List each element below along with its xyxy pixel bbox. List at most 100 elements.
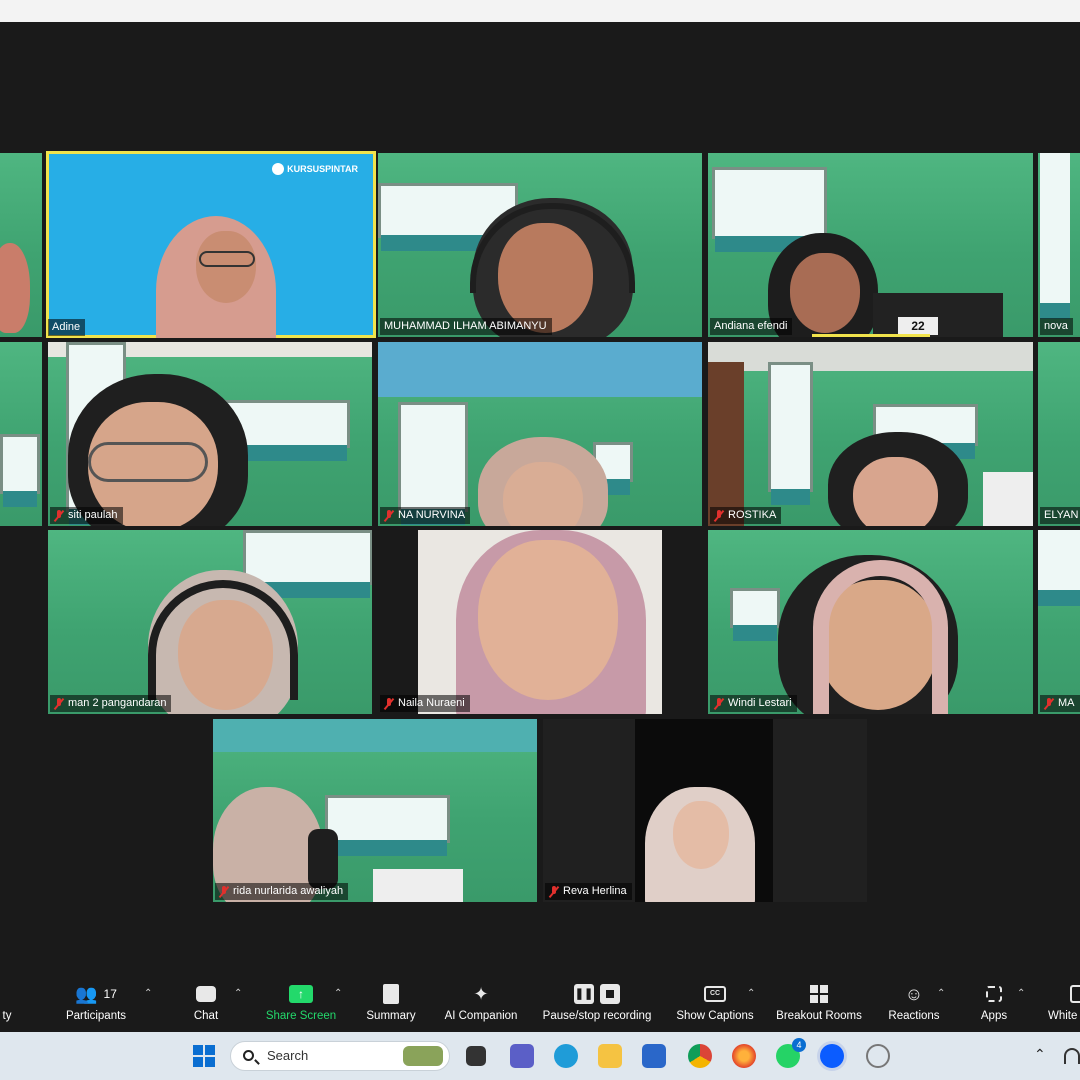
participant-name-tag: rida nurlarida awaliyah bbox=[215, 883, 349, 900]
reactions-options-caret[interactable]: ⌃ bbox=[937, 988, 945, 999]
network-icon[interactable] bbox=[1064, 1048, 1080, 1064]
video-tile[interactable]: rida nurlarida awaliyah bbox=[213, 719, 537, 902]
video-tile[interactable]: Windi Lestari bbox=[708, 530, 1033, 714]
stop-icon bbox=[600, 984, 620, 1004]
summary-button[interactable]: Summary bbox=[362, 978, 420, 1032]
logo-icon bbox=[272, 163, 285, 175]
chat-options-caret[interactable]: ⌃ bbox=[234, 988, 242, 999]
mic-muted-icon bbox=[714, 697, 724, 710]
video-tile[interactable]: man 2 pangandaran bbox=[48, 530, 372, 714]
video-tile[interactable]: ROSTIKA bbox=[708, 342, 1033, 526]
show-hidden-icons-chevron[interactable]: ⌃ bbox=[1034, 1046, 1046, 1063]
mic-muted-icon bbox=[384, 697, 394, 710]
show-captions-button[interactable]: CC Show Captions bbox=[672, 978, 758, 1032]
video-tile[interactable]: Reva Herlina bbox=[543, 719, 867, 902]
mic-muted-icon bbox=[384, 509, 394, 522]
zoom-icon[interactable] bbox=[820, 1044, 844, 1068]
reactions-button[interactable]: ☺ Reactions bbox=[884, 978, 944, 1032]
pause-icon: ❚❚ bbox=[574, 984, 594, 1004]
mic-muted-icon bbox=[54, 697, 64, 710]
participants-options-caret[interactable]: ⌃ bbox=[144, 988, 152, 999]
apps-icon bbox=[986, 986, 1002, 1002]
mic-muted-icon bbox=[714, 509, 724, 522]
start-tile bbox=[193, 1057, 203, 1067]
participant-face bbox=[790, 253, 860, 333]
file-explorer-icon[interactable] bbox=[598, 1044, 622, 1068]
teams-icon[interactable] bbox=[510, 1044, 534, 1068]
participant-face bbox=[673, 801, 729, 869]
windows-taskbar: Search 4 ⌃ bbox=[0, 1032, 1080, 1080]
video-tile[interactable]: nova bbox=[1038, 153, 1080, 337]
video-tile-active-speaker[interactable]: KURSUSPINTAR Adine bbox=[46, 151, 376, 338]
breakout-rooms-button[interactable]: Breakout Rooms bbox=[772, 978, 866, 1032]
start-tile bbox=[205, 1045, 215, 1055]
video-tile[interactable] bbox=[0, 342, 42, 526]
classroom-window bbox=[730, 588, 780, 641]
summary-icon bbox=[383, 984, 399, 1004]
ceiling bbox=[213, 719, 537, 752]
breakout-rooms-icon bbox=[810, 985, 828, 1003]
classroom-window bbox=[398, 402, 468, 525]
video-tile[interactable]: NA NURVINA bbox=[378, 342, 702, 526]
headphones-icon bbox=[308, 829, 338, 889]
participants-icon: 👥 bbox=[75, 983, 98, 1004]
video-tile[interactable]: MUHAMMAD ILHAM ABIMANYU bbox=[378, 153, 702, 337]
pause-stop-recording-button[interactable]: ❚❚ Pause/stop recording bbox=[536, 978, 658, 1032]
video-tile[interactable] bbox=[0, 153, 42, 337]
share-screen-button[interactable]: ↑ Share Screen bbox=[262, 978, 340, 1032]
task-view-icon[interactable] bbox=[466, 1046, 486, 1066]
whiteboards-button[interactable]: White bbox=[1046, 978, 1080, 1032]
video-tile[interactable]: MA bbox=[1038, 530, 1080, 714]
classroom-window bbox=[768, 362, 813, 505]
whiteboard-icon bbox=[1070, 985, 1080, 1003]
taskbar-search-box[interactable]: Search bbox=[230, 1041, 450, 1071]
video-background bbox=[1038, 342, 1080, 526]
participant-face bbox=[196, 231, 256, 303]
sparkle-icon: ✦ bbox=[473, 983, 489, 1004]
start-tile bbox=[193, 1045, 203, 1055]
grid-cell bbox=[810, 985, 818, 993]
tray-app-icon[interactable] bbox=[866, 1044, 890, 1068]
participant-face bbox=[503, 462, 583, 526]
chat-icon bbox=[196, 986, 216, 1002]
share-screen-icon: ↑ bbox=[289, 985, 313, 1003]
ceiling bbox=[378, 342, 702, 398]
start-tile bbox=[205, 1057, 215, 1067]
participant-name-tag: ROSTIKA bbox=[710, 507, 782, 524]
meeting-toolbar: ty 👥 17 Participants ⌃ Chat ⌃ ↑ Share Sc… bbox=[0, 978, 1080, 1032]
firefox-icon[interactable] bbox=[732, 1044, 756, 1068]
search-icon bbox=[243, 1050, 254, 1061]
captions-icon: CC bbox=[704, 986, 726, 1002]
glasses bbox=[199, 251, 255, 267]
captions-options-caret[interactable]: ⌃ bbox=[747, 988, 755, 999]
video-tile[interactable]: ELYAN bbox=[1038, 342, 1080, 526]
chat-button[interactable]: Chat bbox=[186, 978, 226, 1032]
slide-logo: KURSUSPINTAR bbox=[272, 163, 358, 175]
mic-muted-icon bbox=[1044, 697, 1054, 710]
edge-icon[interactable] bbox=[554, 1044, 578, 1068]
video-tile[interactable]: Naila Nuraeni bbox=[378, 530, 702, 714]
chrome-icon[interactable] bbox=[688, 1044, 712, 1068]
participants-button[interactable]: 👥 17 Participants bbox=[56, 978, 136, 1032]
hijab bbox=[813, 560, 948, 714]
participant-name-tag: Reva Herlina bbox=[545, 883, 632, 900]
participant-face bbox=[853, 457, 938, 526]
participant-name-tag: siti paulah bbox=[50, 507, 123, 524]
apps-button[interactable]: Apps bbox=[974, 978, 1014, 1032]
windows-start-icon[interactable] bbox=[193, 1045, 215, 1067]
whatsapp-icon[interactable]: 4 bbox=[776, 1038, 806, 1068]
ceiling bbox=[708, 342, 1033, 372]
participant-name-tag: Windi Lestari bbox=[710, 695, 797, 712]
share-options-caret[interactable]: ⌃ bbox=[334, 988, 342, 999]
mic-muted-icon bbox=[219, 885, 229, 898]
glasses bbox=[88, 442, 208, 482]
microsoft-store-icon[interactable] bbox=[642, 1044, 666, 1068]
ai-companion-button[interactable]: ✦ AI Companion bbox=[440, 978, 522, 1032]
apps-options-caret[interactable]: ⌃ bbox=[1017, 988, 1025, 999]
mic-muted-icon bbox=[549, 885, 559, 898]
video-tile[interactable]: siti paulah bbox=[48, 342, 372, 526]
security-button[interactable]: ty bbox=[0, 978, 14, 1032]
video-tile[interactable]: 22 Andiana efendi bbox=[708, 153, 1033, 337]
mic-muted-icon bbox=[54, 509, 64, 522]
search-highlight-icon bbox=[403, 1046, 443, 1066]
